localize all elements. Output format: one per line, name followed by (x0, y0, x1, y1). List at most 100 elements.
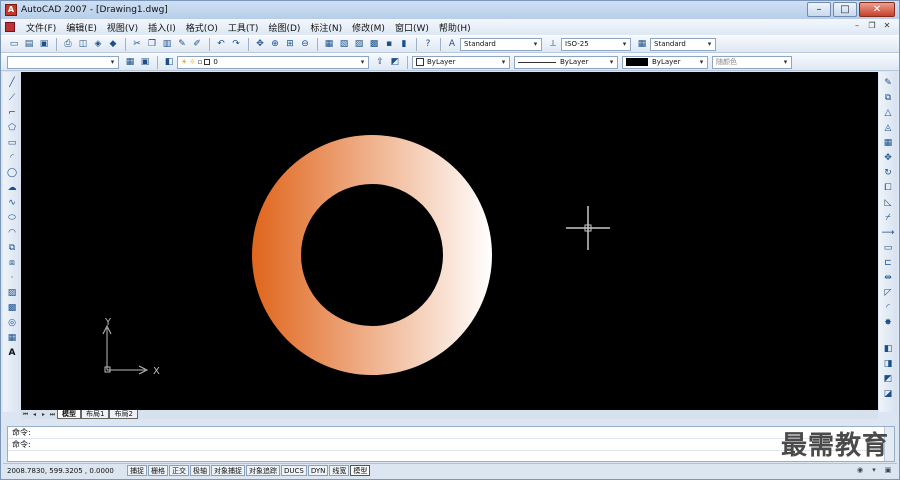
menu-draw[interactable]: 绘图(D) (263, 21, 305, 34)
chevron-down-icon[interactable]: ▾ (108, 57, 117, 68)
ortho-toggle[interactable]: 正交 (169, 465, 189, 476)
break-at-point-icon[interactable]: ▭ (882, 242, 895, 254)
make-current-layer-icon[interactable]: ⇪ (373, 56, 387, 69)
mirror-icon[interactable]: △ (882, 107, 895, 119)
draw-order-back-icon[interactable]: ◨ (882, 358, 895, 370)
menu-insert[interactable]: 插入(I) (143, 21, 181, 34)
chamfer-icon[interactable]: ◸ (882, 287, 895, 299)
construction-line-icon[interactable]: ⟋ (6, 92, 19, 104)
menu-modify[interactable]: 修改(M) (347, 21, 390, 34)
chevron-down-icon[interactable]: ▾ (499, 57, 508, 68)
ellipse-icon[interactable]: ⬭ (6, 212, 19, 224)
save-icon[interactable]: ▣ (37, 38, 51, 51)
move-icon[interactable]: ✥ (882, 152, 895, 164)
3d-dwf-icon[interactable]: ◆ (106, 38, 120, 51)
ducs-toggle[interactable]: DUCS (281, 465, 307, 476)
autocad-app-icon[interactable]: A (5, 4, 17, 16)
first-tab-icon[interactable]: ⏮ (21, 411, 30, 419)
workspace-save-icon[interactable]: ▣ (138, 56, 152, 69)
polygon-icon[interactable]: ⬠ (6, 122, 19, 134)
tab-model[interactable]: 模型 (57, 410, 81, 419)
grid-toggle[interactable]: 栅格 (148, 465, 168, 476)
calculator-icon[interactable]: ▮ (397, 38, 411, 51)
circle-icon[interactable]: ◯ (6, 167, 19, 179)
snap-toggle[interactable]: 捕捉 (127, 465, 147, 476)
dyn-toggle[interactable]: DYN (307, 465, 329, 476)
command-window[interactable]: 命令: 命令: (7, 426, 895, 462)
chevron-down-icon[interactable]: ▾ (531, 39, 540, 50)
doc-close-button[interactable]: ✕ (881, 21, 893, 32)
menu-dimension[interactable]: 标注(N) (305, 21, 347, 34)
tab-layout2[interactable]: 布局2 (109, 410, 138, 419)
dim-style-select[interactable]: ISO-25 ▾ (561, 37, 631, 51)
status-menu-icon[interactable]: ▾ (869, 465, 879, 475)
coordinate-display[interactable]: 2008.7830, 599.3205 , 0.0000 (3, 467, 127, 475)
next-tab-icon[interactable]: ▸ (39, 411, 48, 419)
region-icon[interactable]: ◎ (6, 317, 19, 329)
dim-style-icon[interactable]: ⟂ (546, 38, 560, 51)
doc-minimize-button[interactable]: – (851, 21, 863, 32)
prev-tab-icon[interactable]: ◂ (30, 411, 39, 419)
design-center-icon[interactable]: ▧ (337, 38, 351, 51)
layer-select[interactable]: ☀ ☼ ▫ 0 ▾ (177, 55, 369, 69)
stretch-icon[interactable]: ◺ (882, 197, 895, 209)
block-editor-icon[interactable]: ✐ (190, 38, 204, 51)
polyline-icon[interactable]: ⌐ (6, 107, 19, 119)
menu-format[interactable]: 格式(O) (181, 21, 223, 34)
layer-manager-icon[interactable]: ◧ (162, 56, 176, 69)
make-block-icon[interactable]: ⧈ (6, 257, 19, 269)
array-icon[interactable]: ▦ (882, 137, 895, 149)
markup-icon[interactable]: ▪ (382, 38, 396, 51)
communication-center-icon[interactable]: ◉ (855, 465, 865, 475)
copy-icon[interactable]: ❐ (145, 38, 159, 51)
lineweight-toggle[interactable]: 线宽 (329, 465, 350, 476)
break-icon[interactable]: ⊏ (882, 257, 895, 269)
text-style-icon[interactable]: A (445, 38, 459, 51)
zoom-window-icon[interactable]: ⊞ (283, 38, 297, 51)
paste-icon[interactable]: ▥ (160, 38, 174, 51)
draw-order-front-icon[interactable]: ◧ (882, 343, 895, 355)
table-style-select[interactable]: Standard ▾ (650, 37, 716, 51)
command-prompt-line[interactable]: 命令: (8, 439, 894, 451)
tab-layout1[interactable]: 布局1 (81, 410, 110, 419)
linetype-select[interactable]: ByLayer ▾ (514, 55, 618, 69)
explode-icon[interactable]: ✸ (882, 317, 895, 329)
trim-icon[interactable]: ⌿ (882, 212, 895, 224)
insert-block-icon[interactable]: ⧉ (6, 242, 19, 254)
donut-ring[interactable] (252, 135, 492, 375)
sheet-set-icon[interactable]: ▩ (367, 38, 381, 51)
table-icon[interactable]: ▦ (6, 332, 19, 344)
menu-help[interactable]: 帮助(H) (434, 21, 476, 34)
menu-view[interactable]: 视图(V) (102, 21, 143, 34)
line-icon[interactable]: ╱ (6, 77, 19, 89)
text-style-select[interactable]: Standard ▾ (460, 37, 542, 51)
bring-above-icon[interactable]: ◩ (882, 373, 895, 385)
document-icon[interactable] (5, 22, 15, 32)
new-icon[interactable]: ▭ (7, 38, 21, 51)
lineweight-select[interactable]: ByLayer ▾ (622, 55, 708, 69)
help-icon[interactable]: ? (421, 38, 435, 51)
zoom-realtime-icon[interactable]: ⊕ (268, 38, 282, 51)
doc-restore-button[interactable]: ❐ (866, 21, 878, 32)
plot-preview-icon[interactable]: ◫ (76, 38, 90, 51)
tool-palettes-icon[interactable]: ▨ (352, 38, 366, 51)
extend-icon[interactable]: ⟶ (882, 227, 895, 239)
gradient-icon[interactable]: ▩ (6, 302, 19, 314)
send-under-icon[interactable]: ◪ (882, 388, 895, 400)
model-toggle[interactable]: 模型 (350, 465, 371, 476)
zoom-previous-icon[interactable]: ⊖ (298, 38, 312, 51)
properties-icon[interactable]: ▦ (322, 38, 336, 51)
last-tab-icon[interactable]: ⏭ (48, 411, 57, 419)
chevron-down-icon[interactable]: ▾ (607, 57, 616, 68)
hatch-icon[interactable]: ▨ (6, 287, 19, 299)
ellipse-arc-icon[interactable]: ◠ (6, 227, 19, 239)
table-style-icon[interactable]: ▦ (635, 38, 649, 51)
rectangle-icon[interactable]: ▭ (6, 137, 19, 149)
close-button[interactable]: ✕ (859, 2, 895, 17)
point-icon[interactable]: · (6, 272, 19, 284)
open-icon[interactable]: ▤ (22, 38, 36, 51)
publish-icon[interactable]: ◈ (91, 38, 105, 51)
clean-screen-icon[interactable]: ▣ (883, 465, 893, 475)
copy-object-icon[interactable]: ⧉ (882, 92, 895, 104)
erase-icon[interactable]: ✎ (882, 77, 895, 89)
